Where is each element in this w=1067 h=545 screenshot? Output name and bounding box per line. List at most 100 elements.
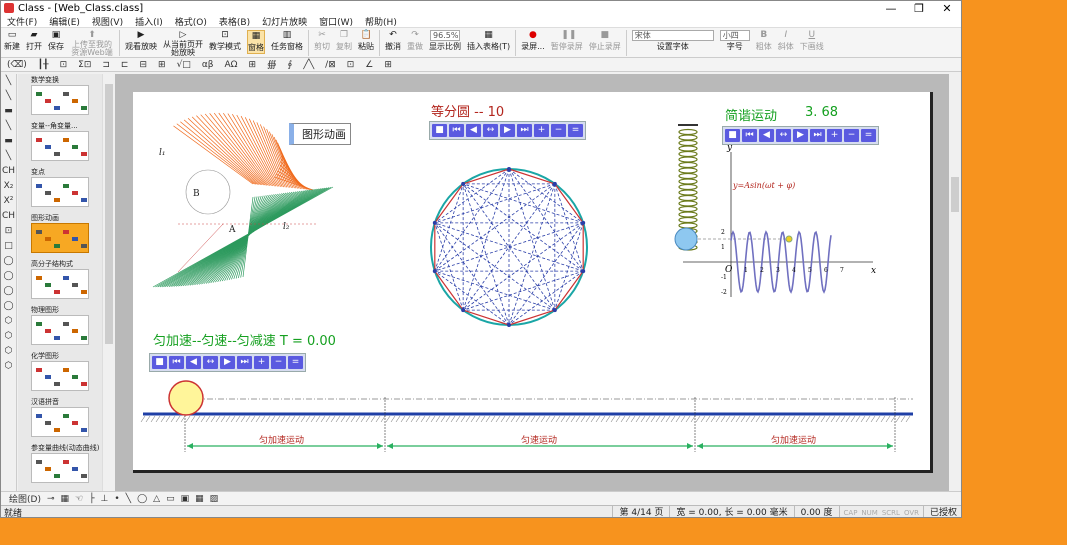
pane-button[interactable]: ▦ 窗格: [247, 30, 265, 54]
draw-tool-8[interactable]: ◯: [137, 494, 147, 504]
left-tool-7[interactable]: X₂: [1, 179, 16, 194]
slide-thumbnail[interactable]: 变点: [18, 166, 102, 212]
slide-thumbnail[interactable]: 化学图形: [18, 350, 102, 396]
cut-button[interactable]: ✂ 剪切: [314, 30, 330, 52]
task-pane-button[interactable]: ▥ 任务窗格: [271, 30, 303, 52]
left-tool-3[interactable]: ╲: [1, 119, 16, 134]
formula-tool-8[interactable]: √□: [177, 60, 191, 70]
left-tool-16[interactable]: ⬡: [1, 314, 16, 329]
canvas-scrollbar[interactable]: [949, 74, 961, 491]
playback-control-button[interactable]: ◀: [466, 124, 481, 137]
formula-tool-17[interactable]: ∠: [365, 60, 373, 70]
playback-control-button[interactable]: −: [844, 129, 859, 142]
formula-tool-11[interactable]: ⊞: [249, 60, 257, 70]
teach-mode-button[interactable]: ⊡ 教学模式: [209, 30, 241, 52]
close-icon[interactable]: ✕: [933, 2, 961, 15]
menu-slideshow[interactable]: 幻灯片放映: [262, 15, 307, 28]
maximize-icon[interactable]: ❐: [905, 2, 933, 15]
left-tool-15[interactable]: ◯: [1, 299, 16, 314]
slide-thumbnail[interactable]: 物理图形: [18, 304, 102, 350]
playback-control-button[interactable]: ■: [432, 124, 447, 137]
formula-tool-1[interactable]: ┃╂: [38, 60, 49, 70]
font-control[interactable]: 宋体 设置字体: [631, 30, 714, 52]
copy-button[interactable]: ❐ 复制: [336, 30, 352, 52]
watch-button[interactable]: ▶ 观看放映: [125, 30, 157, 52]
formula-tool-16[interactable]: ⊡: [347, 60, 355, 70]
formula-tool-7[interactable]: ⊞: [158, 60, 166, 70]
from-current-button[interactable]: ▷ 从当前页开始放映: [163, 30, 203, 57]
left-tool-4[interactable]: ▬: [1, 134, 16, 149]
slide-thumbnail[interactable]: 汉语拼音: [18, 396, 102, 442]
formula-tool-2[interactable]: ⊡: [60, 60, 68, 70]
playback-control-button[interactable]: ▶: [793, 129, 808, 142]
left-tool-0[interactable]: ╲: [1, 74, 16, 89]
playback-control-button[interactable]: =: [288, 356, 303, 369]
menu-table[interactable]: 表格(B): [219, 15, 250, 28]
playback-control-button[interactable]: ↔: [483, 124, 498, 137]
playback-control-button[interactable]: ⏭: [237, 356, 252, 369]
slide-thumbnail[interactable]: 数学变换: [18, 74, 102, 120]
menu-format[interactable]: 格式(O): [175, 15, 207, 28]
draw-tool-7[interactable]: ╲: [126, 494, 131, 504]
formula-tool-5[interactable]: ⊏: [121, 60, 129, 70]
draw-tool-1[interactable]: ⊸: [47, 494, 55, 504]
menu-edit[interactable]: 编辑(E): [49, 15, 80, 28]
canvas-scroll-thumb[interactable]: [951, 177, 959, 212]
left-tool-19[interactable]: ⬡: [1, 359, 16, 374]
playback-control-button[interactable]: +: [827, 129, 842, 142]
draw-tool-10[interactable]: ▭: [166, 494, 175, 504]
playback-control-button[interactable]: +: [254, 356, 269, 369]
menu-view[interactable]: 视图(V): [92, 15, 123, 28]
record-button[interactable]: ● 录屏...: [521, 30, 545, 52]
playback-control-button[interactable]: ⏮: [169, 356, 184, 369]
paste-button[interactable]: 📋 粘贴: [358, 30, 374, 52]
playback-control-button[interactable]: ▶: [220, 356, 235, 369]
slide-thumbnail[interactable]: 变量--角变量...: [18, 120, 102, 166]
size-control[interactable]: 小四 字号: [719, 30, 750, 52]
save-button[interactable]: ▣ 保存: [48, 30, 64, 52]
font-name-select[interactable]: 宋体: [631, 30, 714, 41]
playback-control-button[interactable]: ◀: [759, 129, 774, 142]
stop-record-button[interactable]: ■ 停止录屏: [589, 30, 621, 52]
menu-file[interactable]: 文件(F): [7, 15, 37, 28]
formula-tool-9[interactable]: αβ: [202, 60, 214, 70]
left-tool-11[interactable]: □: [1, 239, 16, 254]
left-tool-18[interactable]: ⬡: [1, 344, 16, 359]
left-tool-8[interactable]: X²: [1, 194, 16, 209]
slide-page[interactable]: y x O 1 2 3 4 5 6 7 2 1 -1 -2 图形动画 等分圆 -- 10 ■ ⏮ ◀ ↔ ▶ ⏭ + −…: [133, 92, 933, 473]
playback-control-button[interactable]: +: [534, 124, 549, 137]
playback-control-button[interactable]: =: [861, 129, 876, 142]
zoom-control[interactable]: 96.5% 显示比例: [429, 30, 461, 52]
redo-button[interactable]: ↷ 重做: [407, 30, 423, 52]
playback-control-button[interactable]: ▶: [500, 124, 515, 137]
playback-control-button[interactable]: ↔: [203, 356, 218, 369]
pause-record-button[interactable]: ❚❚ 暂停录屏: [551, 30, 583, 52]
formula-tool-18[interactable]: ⊞: [384, 60, 392, 70]
draw-tool-9[interactable]: △: [153, 494, 160, 504]
formula-tool-14[interactable]: ╱╲: [303, 60, 314, 70]
formula-tool-0[interactable]: (⌫): [7, 60, 27, 70]
left-tool-2[interactable]: ▬: [1, 104, 16, 119]
draw-tool-3[interactable]: ☜: [75, 494, 83, 504]
formula-tool-13[interactable]: ∮: [288, 60, 293, 70]
playback-control-button[interactable]: ◀: [186, 356, 201, 369]
playback-control-button[interactable]: ↔: [776, 129, 791, 142]
draw-tool-11[interactable]: ▣: [181, 494, 190, 504]
bold-button[interactable]: B 粗体: [756, 30, 772, 52]
new-button[interactable]: ▭ 新建: [4, 30, 20, 52]
left-tool-13[interactable]: ◯: [1, 269, 16, 284]
draw-tool-5[interactable]: ⊥: [101, 494, 109, 504]
playback-control-button[interactable]: −: [551, 124, 566, 137]
slide-thumbnail[interactable]: 图形动画: [18, 212, 102, 258]
draw-tool-4[interactable]: ├: [89, 494, 94, 504]
playback-control-button[interactable]: ■: [152, 356, 167, 369]
left-tool-9[interactable]: CH: [1, 209, 16, 224]
font-size-select[interactable]: 小四: [719, 30, 750, 41]
upload-button[interactable]: ⬆ 上传至我的资源Web端: [70, 30, 114, 57]
playback-control-button[interactable]: ⏭: [810, 129, 825, 142]
insert-table-button[interactable]: ▦ 插入表格(T): [467, 30, 510, 52]
slide-thumbnail[interactable]: 参变量曲线(动态曲线): [18, 442, 102, 488]
thumbnail-scrollbar[interactable]: [102, 74, 114, 491]
formula-tool-6[interactable]: ⊟: [139, 60, 147, 70]
formula-tool-10[interactable]: ΑΩ: [225, 60, 238, 70]
